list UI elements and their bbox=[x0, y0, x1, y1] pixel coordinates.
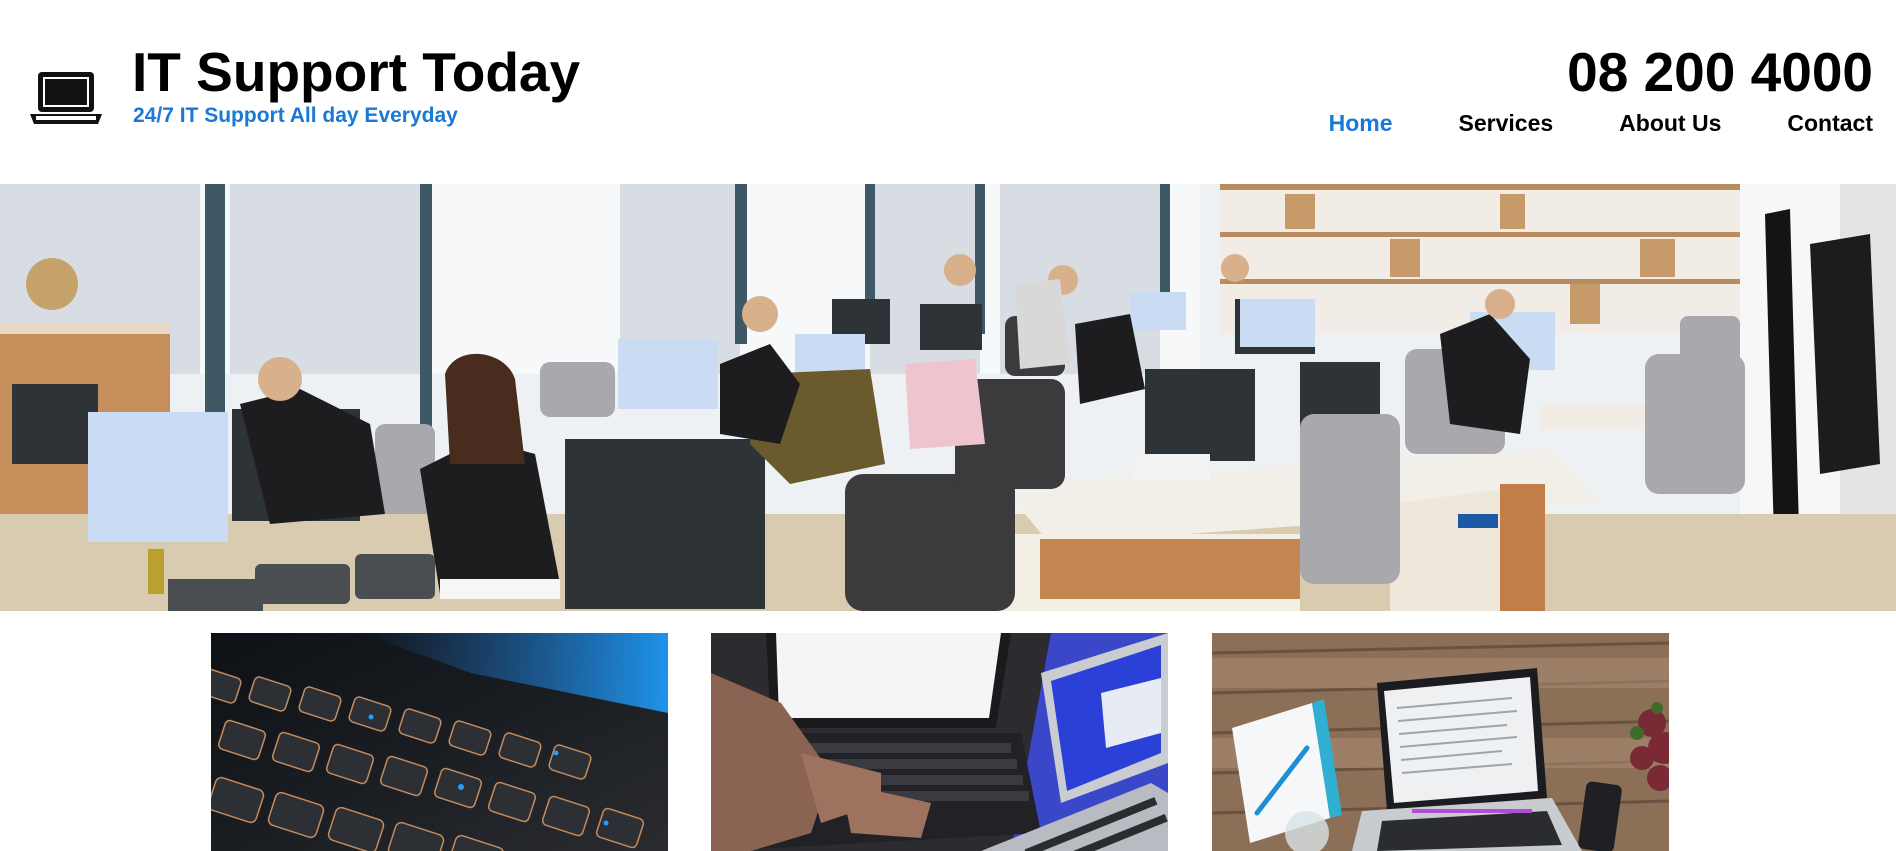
nav-services[interactable]: Services bbox=[1459, 110, 1554, 137]
main-nav: Home Services About Us Contact bbox=[1263, 110, 1873, 137]
nav-about-us[interactable]: About Us bbox=[1619, 110, 1721, 137]
laptop-icon[interactable] bbox=[28, 70, 104, 126]
card-laptop-desk-image[interactable] bbox=[1212, 633, 1669, 851]
card-laptop-typing-image[interactable] bbox=[711, 633, 1168, 851]
nav-home[interactable]: Home bbox=[1329, 110, 1393, 137]
hero-image bbox=[0, 184, 1896, 611]
card-keyboard-image[interactable] bbox=[211, 633, 668, 851]
feature-cards bbox=[0, 633, 1896, 851]
site-tagline: 24/7 IT Support All day Everyday bbox=[133, 104, 458, 127]
nav-contact[interactable]: Contact bbox=[1787, 110, 1873, 137]
site-header: IT Support Today 24/7 IT Support All day… bbox=[0, 0, 1896, 184]
phone-number: 08 200 4000 bbox=[1567, 41, 1873, 103]
site-title[interactable]: IT Support Today bbox=[132, 42, 580, 102]
